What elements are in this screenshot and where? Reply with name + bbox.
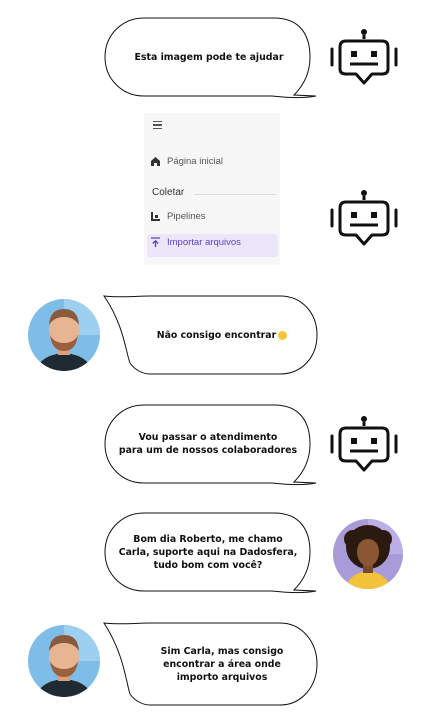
message-text: Vou passar o atendimento para um de noss… <box>118 432 298 456</box>
nav-import-files[interactable]: Importar arquivos <box>150 237 241 248</box>
carla-avatar <box>333 519 403 593</box>
robot-icon <box>330 27 398 91</box>
section-title: Coletar <box>152 187 185 198</box>
app-sidebar-screenshot: Página inicial Coletar Pipelines Importa… <box>144 113 280 265</box>
roberto-avatar <box>28 299 100 375</box>
message-text: Bom dia Roberto, me chamo Carla, suporte… <box>118 533 298 571</box>
upload-icon <box>151 237 160 247</box>
user-message-1: Não consigo encontrar <box>102 295 320 375</box>
nav-pipelines[interactable]: Pipelines <box>150 211 206 222</box>
nav-import-label: Importar arquivos <box>167 237 241 248</box>
user-message-2: Sim Carla, mas consigo encontrar a área … <box>103 622 320 706</box>
nav-home-label: Página inicial <box>167 156 223 167</box>
divider <box>194 194 276 195</box>
bot-message-1: Esta imagem pode te ajudar <box>104 17 320 99</box>
robot-icon <box>330 188 398 252</box>
menu-icon[interactable] <box>153 119 162 131</box>
agent-message-1: Bom dia Roberto, me chamo Carla, suporte… <box>104 512 320 594</box>
robot-icon <box>330 414 398 478</box>
message-text: Esta imagem pode te ajudar <box>134 51 284 63</box>
nav-pipelines-label: Pipelines <box>167 211 206 222</box>
smile-emoji-icon <box>278 330 288 340</box>
message-text: Sim Carla, mas consigo encontrar a área … <box>160 645 284 683</box>
nav-home[interactable]: Página inicial <box>150 156 223 167</box>
message-text: Não consigo encontrar <box>130 295 314 375</box>
home-icon <box>151 157 160 166</box>
pipelines-icon <box>151 212 160 221</box>
roberto-avatar <box>28 625 100 701</box>
bot-message-2: Vou passar o atendimento para um de noss… <box>104 404 320 486</box>
